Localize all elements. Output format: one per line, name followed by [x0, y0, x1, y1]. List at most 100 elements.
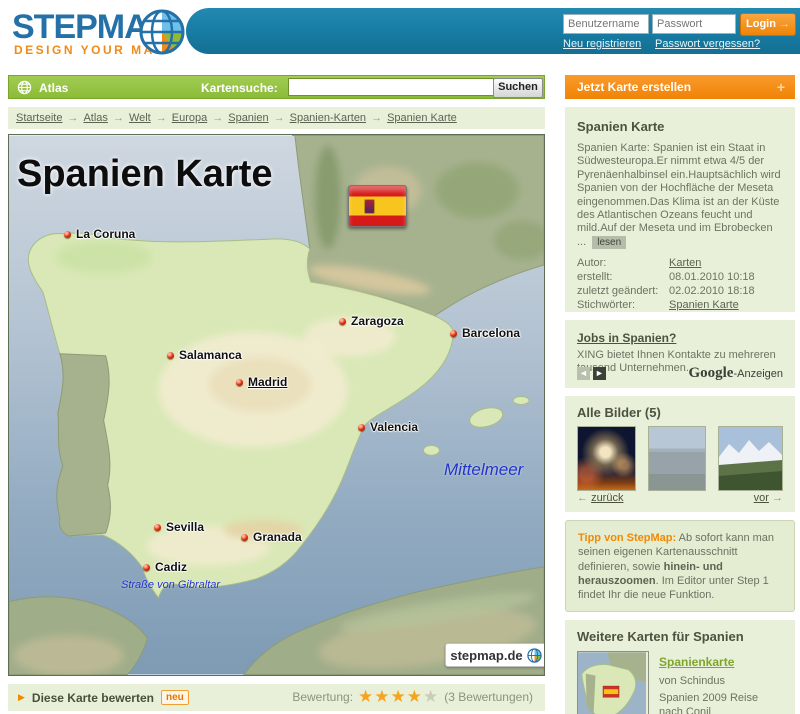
city-label: Cadiz — [155, 560, 187, 574]
tip-label: Tipp von StepMap: — [578, 532, 676, 544]
star-icon: ★ — [374, 687, 390, 706]
city-marker: Valencia — [358, 420, 418, 434]
globe-icon — [17, 80, 32, 95]
read-more-button[interactable]: lesen — [592, 236, 626, 249]
city-marker: Madrid — [236, 375, 287, 389]
city-label: Zaragoza — [351, 314, 404, 328]
arrow-left-icon: ← — [577, 492, 588, 504]
images-forward-link[interactable]: vor → — [754, 492, 783, 504]
image-thumbnail-mountains[interactable] — [718, 426, 783, 491]
image-thumbnail-night-city[interactable] — [577, 426, 636, 491]
city-marker: Cadiz — [143, 560, 187, 574]
ad-prev-button[interactable]: ◄ — [577, 367, 590, 380]
info-title: Spanien Karte — [577, 119, 783, 134]
star-icon: ★ — [391, 687, 407, 706]
stepmap-watermark: stepmap.de — [445, 643, 545, 667]
meta-label: Autor: — [577, 257, 669, 270]
rate-this-map-link[interactable]: Diese Karte bewerten — [32, 691, 154, 705]
city-dot-icon — [339, 318, 346, 325]
new-badge: neu — [161, 690, 189, 705]
city-marker: Zaragoza — [339, 314, 404, 328]
map-meta-table: Autor:Kartenerstellt:08.01.2010 10:18zul… — [577, 257, 783, 312]
arrow-right-icon: ▶ — [18, 692, 25, 703]
city-label: La Coruna — [76, 227, 135, 241]
star-icon: ★ — [423, 687, 439, 706]
spain-flag-icon — [348, 185, 407, 227]
atlas-link[interactable]: Atlas — [39, 81, 68, 95]
create-map-banner[interactable]: Jetzt Karte erstellen + — [565, 75, 795, 99]
city-dot-icon — [167, 352, 174, 359]
forgot-password-link[interactable]: Passwort vergessen? — [655, 38, 760, 50]
city-dot-icon — [236, 379, 243, 386]
city-marker: Barcelona — [450, 326, 520, 340]
meta-label: zuletzt geändert: — [577, 285, 669, 298]
breadcrumb-link[interactable]: Welt — [129, 112, 151, 124]
atlas-toolbar: Atlas Kartensuche: Suchen — [8, 75, 545, 99]
ad-next-button[interactable]: ► — [593, 367, 606, 380]
city-label: Barcelona — [462, 326, 520, 340]
meta-value[interactable]: Karten — [669, 257, 701, 270]
tip-panel: Tipp von StepMap: Ab sofort kann man sei… — [565, 520, 795, 612]
breadcrumb-link[interactable]: Spanien Karte — [387, 112, 457, 124]
related-map-description: Spanien 2009 Reise nach Conil — [659, 691, 783, 714]
map-info-panel: Spanien Karte Spanien Karte: Spanien ist… — [565, 107, 795, 312]
header: STEPMAP DESIGN YOUR MAP Login → Neu regi… — [0, 0, 800, 65]
sea-label: Straße von Gibraltar — [121, 579, 220, 591]
city-dot-icon — [143, 564, 150, 571]
search-button[interactable]: Suchen — [493, 78, 543, 98]
related-map-link[interactable]: Spanienkarte — [659, 655, 734, 669]
meta-row: Autor:Karten — [577, 257, 783, 270]
rating-bar: ▶ Diese Karte bewerten neu Bewertung: ★★… — [8, 684, 545, 711]
city-marker: La Coruna — [64, 227, 135, 241]
city-dot-icon — [358, 424, 365, 431]
breadcrumb-separator: → — [274, 112, 285, 124]
register-link[interactable]: Neu registrieren — [563, 38, 641, 50]
spain-map[interactable]: Spanien Karte La Coruna Salamanca Madrid Za… — [8, 134, 545, 676]
related-maps-panel: Weitere Karten für Spanien Spanienkarte … — [565, 620, 795, 714]
breadcrumb-link[interactable]: Spanien — [228, 112, 268, 124]
breadcrumb-separator: → — [67, 112, 78, 124]
city-label: Granada — [253, 530, 302, 544]
city-label: Salamanca — [179, 348, 242, 362]
breadcrumb-link[interactable]: Startseite — [16, 112, 62, 124]
breadcrumb-link[interactable]: Atlas — [83, 112, 107, 124]
breadcrumb-separator: → — [113, 112, 124, 124]
images-back-link[interactable]: ← zurück — [577, 492, 623, 504]
info-description: Spanien Karte: Spanien ist ein Staat in … — [577, 142, 781, 248]
breadcrumb: Startseite→Atlas→Welt→Europa→Spanien→Spa… — [8, 107, 545, 129]
meta-row: erstellt:08.01.2010 10:18 — [577, 271, 783, 284]
plus-icon: + — [777, 79, 785, 95]
related-title: Weitere Karten für Spanien — [577, 629, 783, 644]
rating-caption: Bewertung: — [292, 690, 353, 704]
star-icon: ★ — [358, 687, 374, 706]
city-dot-icon — [241, 534, 248, 541]
image-thumbnail-aerial-city[interactable] — [648, 426, 707, 491]
meta-label: Stichwörter: — [577, 299, 669, 312]
meta-row: Stichwörter:Spanien Karte — [577, 299, 783, 312]
jobs-ad-link[interactable]: Jobs in Spanien? — [577, 331, 676, 345]
breadcrumb-link[interactable]: Europa — [172, 112, 207, 124]
city-dot-icon — [64, 231, 71, 238]
password-input[interactable] — [652, 14, 736, 34]
map-search-input[interactable] — [288, 78, 494, 96]
map-title: Spanien Karte — [17, 153, 273, 196]
globe-logo-icon — [138, 8, 186, 56]
breadcrumb-separator: → — [371, 112, 382, 124]
stepmap-page: STEPMAP DESIGN YOUR MAP Login → Neu regi… — [0, 0, 800, 714]
city-dot-icon — [154, 524, 161, 531]
related-map-thumbnail[interactable] — [577, 651, 649, 714]
login-arrow-icon: → — [779, 18, 790, 30]
city-label: Madrid — [248, 375, 287, 389]
breadcrumb-link[interactable]: Spanien-Karten — [290, 112, 366, 124]
map-graphic — [9, 135, 544, 675]
login-button[interactable]: Login → — [740, 13, 796, 36]
star-icon: ★ — [407, 687, 423, 706]
meta-value[interactable]: Spanien Karte — [669, 299, 739, 312]
image-thumbnails — [577, 426, 783, 491]
username-input[interactable] — [563, 14, 649, 34]
star-rating[interactable]: ★★★★★ — [358, 688, 439, 706]
meta-value: 08.01.2010 10:18 — [669, 271, 755, 284]
sea-label: Mittelmeer — [444, 460, 523, 480]
google-ads-label: Google-Anzeigen — [688, 364, 783, 382]
map-search-label: Kartensuche: — [201, 81, 278, 95]
